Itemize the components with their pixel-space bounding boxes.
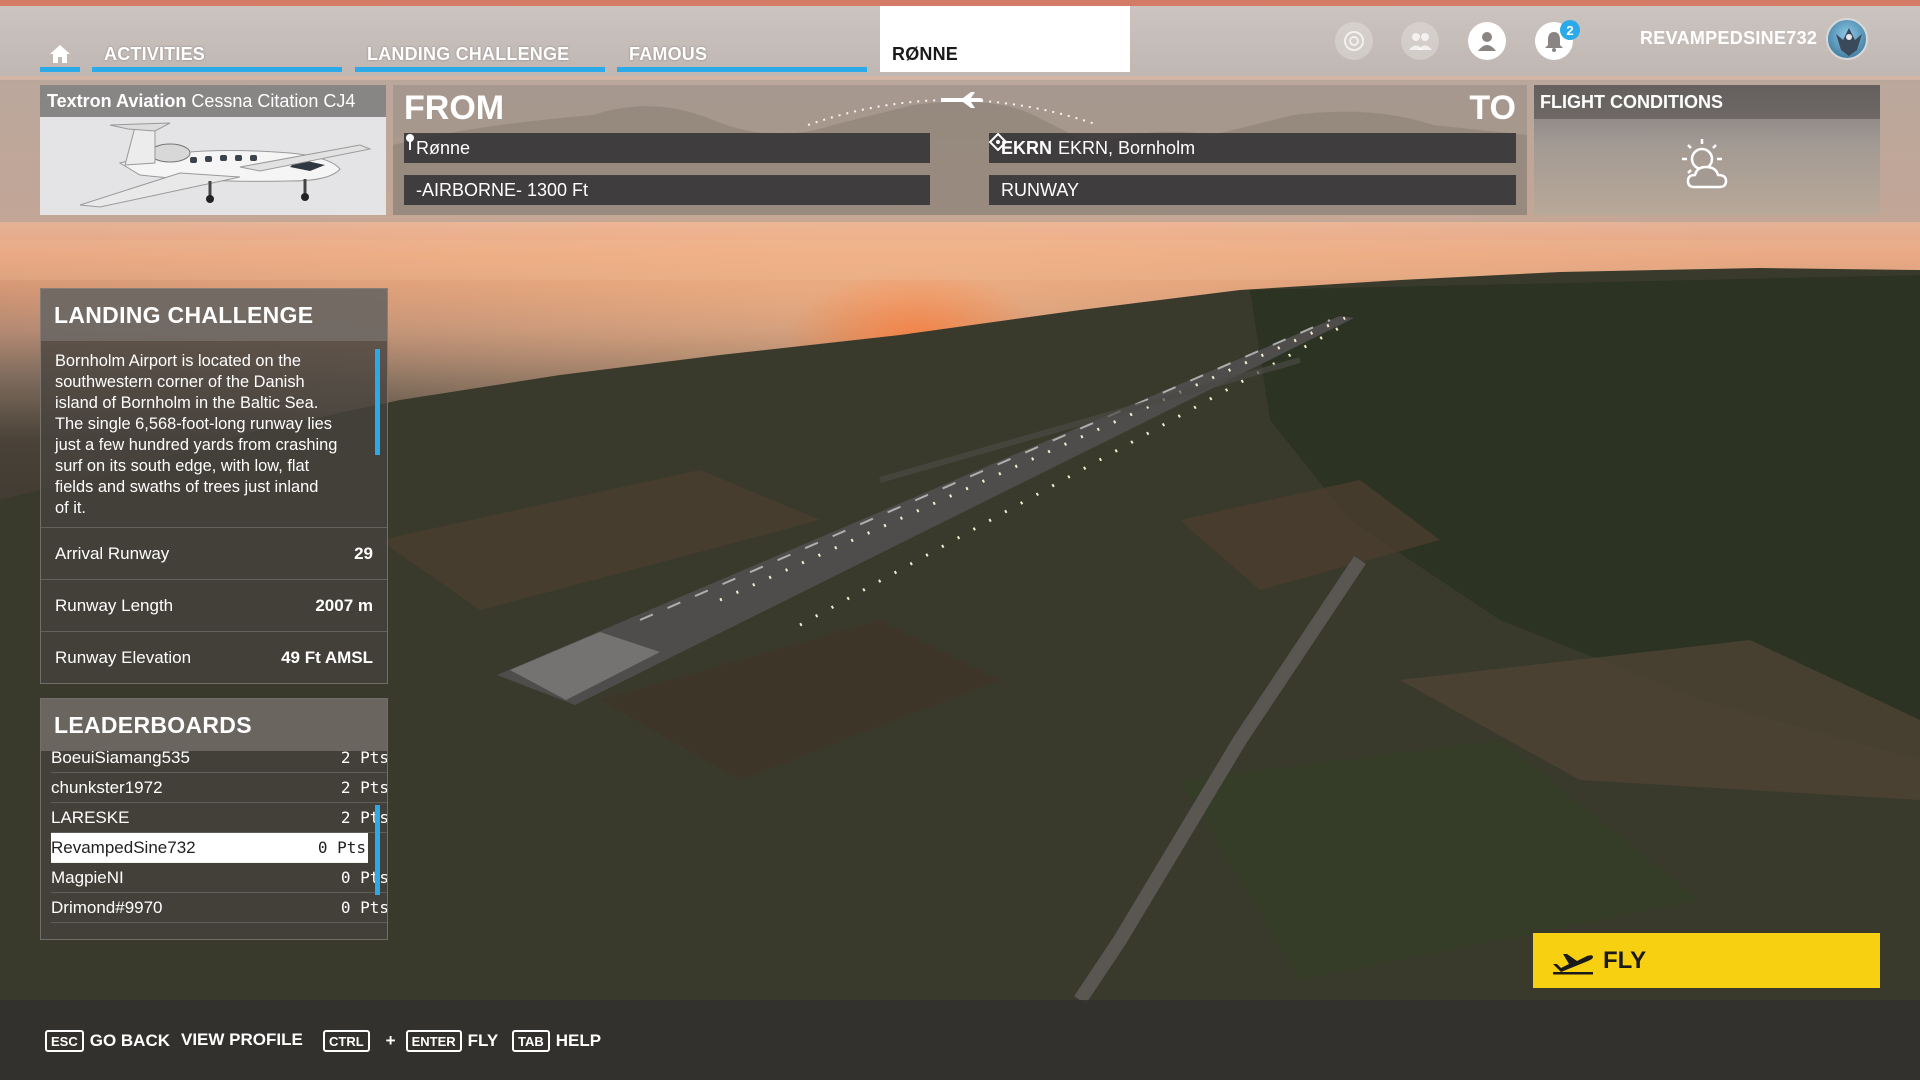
swirl-icon bbox=[1344, 31, 1364, 51]
tab-label: FAMOUS bbox=[629, 43, 708, 64]
aircraft-maker: Textron Aviation bbox=[47, 91, 187, 111]
notification-badge: 2 bbox=[1560, 20, 1580, 40]
description-line: Bornholm Airport is located on the bbox=[55, 352, 301, 370]
partly-cloudy-icon bbox=[1682, 139, 1728, 189]
go-back-hint[interactable]: ESC GO BACK bbox=[45, 1030, 170, 1052]
description-line: surf on its south edge, with low, flat bbox=[55, 457, 310, 475]
description-line: The single 6,568-foot-long runway lies bbox=[55, 415, 332, 433]
stat-arrival-runway: Arrival Runway 29 bbox=[41, 527, 387, 579]
tab-ronne[interactable]: RØNNE bbox=[880, 6, 1130, 72]
fly-button[interactable]: FLY bbox=[1533, 933, 1880, 988]
leaderboard-row[interactable]: MagpieNI 0 Pts bbox=[51, 863, 388, 893]
from-location-field[interactable]: Rønne bbox=[404, 133, 930, 163]
player-points: 0 Pts bbox=[340, 898, 388, 917]
ctrl-key: CTRL bbox=[323, 1030, 370, 1052]
stat-value: 49 Ft AMSL bbox=[281, 647, 373, 667]
player-name: RevampedSine732 bbox=[51, 837, 196, 857]
takeoff-plane-icon bbox=[1553, 953, 1593, 974]
username-label[interactable]: REVAMPEDSINE732 bbox=[1640, 28, 1817, 49]
enter-key: ENTER bbox=[405, 1030, 462, 1052]
player-name: chunkster1972 bbox=[51, 777, 163, 797]
player-points: 0 Pts bbox=[317, 838, 366, 857]
fly-shortcut-label: FLY bbox=[467, 1031, 499, 1050]
stat-label: Arrival Runway bbox=[55, 543, 170, 563]
player-name: BoeuiSiamang535 bbox=[51, 747, 190, 767]
plus-sign: + bbox=[385, 1031, 396, 1050]
tab-key: TAB bbox=[512, 1030, 550, 1052]
aircraft-title: Textron Aviation Cessna Citation CJ4 bbox=[40, 85, 386, 117]
leaderboard-row[interactable]: Drimond#9970 0 Pts bbox=[51, 893, 388, 923]
tab-landing-challenge[interactable]: LANDING CHALLENGE bbox=[355, 36, 605, 72]
esc-key: ESC bbox=[45, 1030, 84, 1052]
flight-conditions-title: FLIGHT CONDITIONS bbox=[1534, 85, 1880, 119]
description-line: of it. bbox=[55, 499, 86, 517]
profile-button[interactable] bbox=[1468, 22, 1506, 60]
stat-runway-elevation: Runway Elevation 49 Ft AMSL bbox=[41, 631, 387, 683]
to-airport-field[interactable]: EKRN EKRN, Bornholm bbox=[989, 133, 1516, 163]
stat-label: Runway Elevation bbox=[55, 647, 192, 667]
description-line: just a few hundred yards from crashing bbox=[55, 436, 338, 454]
leaderboard-scrollbar[interactable] bbox=[375, 805, 380, 895]
aircraft-card[interactable]: Textron Aviation Cessna Citation CJ4 bbox=[40, 85, 386, 215]
avatar[interactable] bbox=[1826, 18, 1868, 60]
fly-shortcut-hint[interactable]: CTRL + ENTER FLY bbox=[323, 1030, 498, 1052]
fly-button-label: FLY bbox=[1603, 946, 1647, 974]
challenge-description: Bornholm Airport is located on the south… bbox=[55, 351, 375, 519]
to-runway-field[interactable]: RUNWAY bbox=[989, 175, 1516, 205]
go-back-label: GO BACK bbox=[89, 1031, 171, 1050]
leaderboard-row-current-user[interactable]: RevampedSine732 0 Pts bbox=[51, 833, 368, 863]
stat-value: 29 bbox=[354, 543, 373, 563]
description-line: island of Bornholm in the Baltic Sea. bbox=[55, 394, 319, 412]
from-altitude-text: -AIRBORNE- 1300 Ft bbox=[416, 179, 589, 200]
friends-button[interactable] bbox=[1401, 22, 1439, 60]
home-icon bbox=[50, 45, 70, 63]
landing-challenge-panel: LANDING CHALLENGE Bornholm Airport is lo… bbox=[40, 288, 388, 684]
aircraft-model: Cessna Citation CJ4 bbox=[191, 91, 356, 111]
to-airport-text: EKRN, Bornholm bbox=[1058, 137, 1196, 158]
route-card: FROM TO Rønne -AIRBORNE- 1300 Ft EKRN EK… bbox=[393, 85, 1527, 215]
airport-diamond-icon bbox=[989, 133, 1007, 151]
landing-challenge-title: LANDING CHALLENGE bbox=[41, 289, 387, 341]
stat-label: Runway Length bbox=[55, 595, 174, 615]
player-name: MagpieNI bbox=[51, 867, 124, 887]
leaderboard-row[interactable]: chunkster1972 2 Pts bbox=[51, 773, 388, 803]
view-profile-label: VIEW PROFILE bbox=[181, 1030, 303, 1049]
pin-icon bbox=[406, 134, 414, 150]
help-label: HELP bbox=[555, 1031, 602, 1050]
view-profile-hint[interactable]: VIEW PROFILE bbox=[181, 1030, 303, 1050]
player-points: 2 Pts bbox=[340, 778, 388, 797]
stat-runway-length: Runway Length 2007 m bbox=[41, 579, 387, 631]
from-location-text: Rønne bbox=[416, 137, 471, 158]
description-scrollbar[interactable] bbox=[375, 349, 380, 455]
tab-label: LANDING CHALLENGE bbox=[367, 43, 570, 64]
tab-activities[interactable]: ACTIVITIES bbox=[92, 36, 342, 72]
leaderboard-row[interactable]: LARESKE 2 Pts bbox=[51, 803, 388, 833]
player-name: Drimond#9970 bbox=[51, 897, 163, 917]
stat-value: 2007 m bbox=[315, 595, 373, 615]
home-tab[interactable] bbox=[40, 36, 80, 72]
to-runway-text: RUNWAY bbox=[1001, 179, 1079, 200]
from-label: FROM bbox=[404, 89, 505, 127]
leaderboard-row[interactable]: BoeuiSiamang535 2 Pts bbox=[51, 743, 388, 773]
user-icon bbox=[1478, 32, 1496, 51]
leaderboards-panel: LEADERBOARDS BoeuiSiamang535 2 Pts chunk… bbox=[40, 698, 388, 940]
to-airport-code: EKRN bbox=[1001, 137, 1053, 158]
player-name: LARESKE bbox=[51, 807, 130, 827]
flight-conditions-card[interactable]: FLIGHT CONDITIONS bbox=[1534, 85, 1880, 215]
player-points: 0 Pts bbox=[340, 868, 388, 887]
player-points: 2 Pts bbox=[340, 748, 388, 767]
description-line: fields and swaths of trees just inland bbox=[55, 478, 319, 496]
tab-famous[interactable]: FAMOUS bbox=[617, 36, 867, 72]
description-line: southwestern corner of the Danish bbox=[55, 373, 305, 391]
player-points: 2 Pts bbox=[340, 808, 388, 827]
group-icon bbox=[1409, 33, 1432, 50]
from-altitude-field[interactable]: -AIRBORNE- 1300 Ft bbox=[404, 175, 930, 205]
tab-label: ACTIVITIES bbox=[104, 43, 206, 64]
to-label: TO bbox=[1469, 89, 1516, 127]
help-hint[interactable]: TAB HELP bbox=[512, 1030, 601, 1052]
activity-feed-button[interactable] bbox=[1335, 22, 1373, 60]
tab-label: RØNNE bbox=[892, 43, 959, 64]
